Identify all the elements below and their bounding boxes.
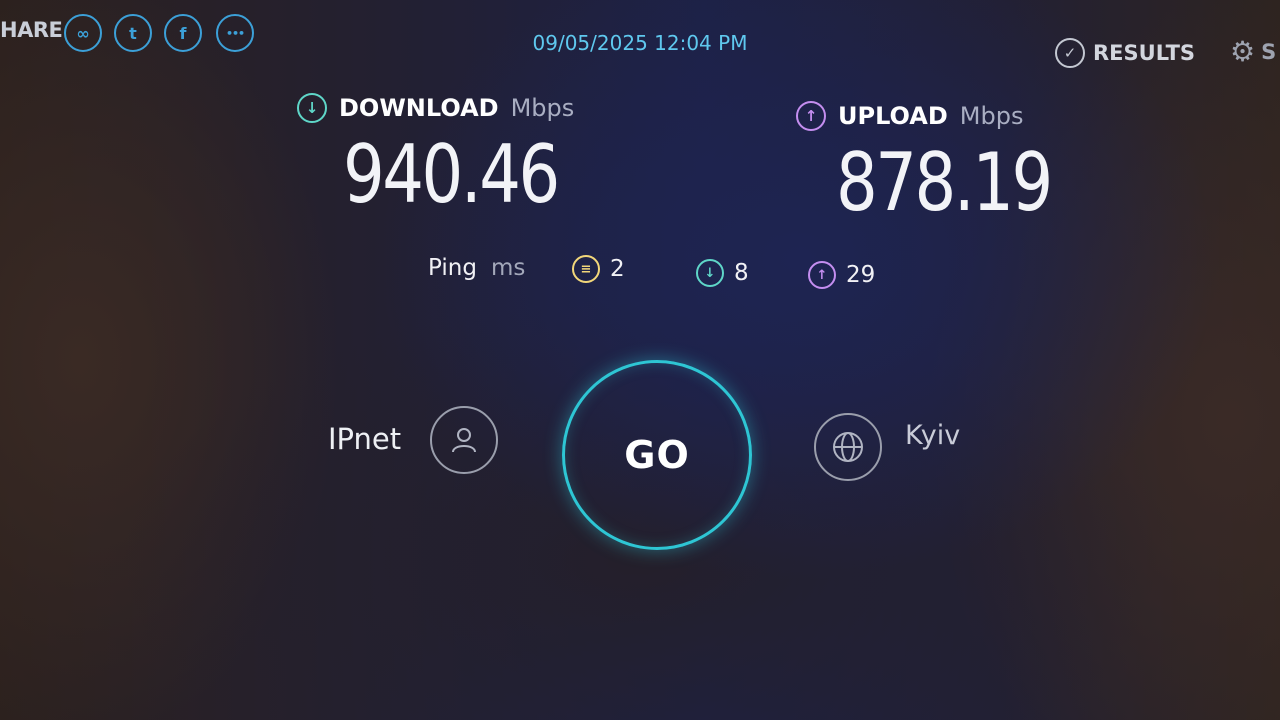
ping-upload-value: 29 <box>846 262 876 288</box>
results-label: RESULTS <box>1093 41 1196 65</box>
ping-idle-value: 2 <box>610 256 625 282</box>
settings-button[interactable]: ⚙ S <box>1230 38 1276 66</box>
server-city[interactable]: Kyiv <box>905 420 960 451</box>
settings-label: S <box>1261 40 1277 64</box>
ping-header: Ping ms <box>428 255 525 281</box>
upload-label: UPLOAD <box>838 102 948 130</box>
gear-icon: ⚙ <box>1230 35 1256 68</box>
download-header: ↓ DOWNLOAD Mbps <box>297 93 574 123</box>
ping-upload: ↑ 29 <box>808 261 875 289</box>
ping-download-value: 8 <box>734 260 749 286</box>
upload-arrow-icon: ↑ <box>796 101 826 131</box>
globe-icon[interactable] <box>814 413 882 481</box>
upload-unit: Mbps <box>959 102 1024 130</box>
download-arrow-icon: ↓ <box>297 93 327 123</box>
go-button[interactable]: GO <box>562 360 752 550</box>
download-latency-icon: ↓ <box>696 259 724 287</box>
download-unit: Mbps <box>510 94 575 122</box>
ping-label: Ping <box>428 255 477 281</box>
results-button[interactable]: ✓ RESULTS <box>1055 38 1195 68</box>
provider-name[interactable]: IPnet <box>328 422 401 456</box>
upload-header: ↑ UPLOAD Mbps <box>796 101 1023 131</box>
ping-idle: ≡ 2 <box>572 255 625 283</box>
download-value: 940.46 <box>343 128 560 221</box>
download-label: DOWNLOAD <box>339 94 499 122</box>
upload-latency-icon: ↑ <box>808 261 836 289</box>
upload-value: 878.19 <box>836 136 1053 229</box>
idle-latency-icon: ≡ <box>572 255 600 283</box>
ping-unit: ms <box>490 255 526 281</box>
provider-user-icon[interactable] <box>430 406 498 474</box>
check-circle-icon: ✓ <box>1055 38 1085 68</box>
ping-download: ↓ 8 <box>696 259 749 287</box>
